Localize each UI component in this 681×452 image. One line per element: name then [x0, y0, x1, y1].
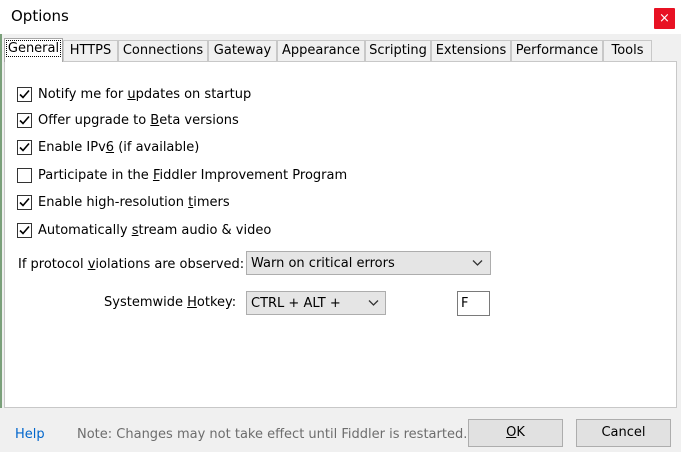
- checkbox-box[interactable]: [17, 140, 32, 155]
- checkbox-label: Automatically stream audio & video: [38, 223, 272, 238]
- check-icon: [19, 115, 30, 125]
- general-panel: Notify me for updates on startup Offer u…: [4, 61, 677, 408]
- hotkey-key-input[interactable]: F: [457, 291, 490, 316]
- checkbox-box[interactable]: [17, 223, 32, 238]
- checkbox-label: Offer upgrade to Beta versions: [38, 113, 239, 128]
- window-edge: [0, 34, 2, 452]
- tab-label: Appearance: [281, 43, 361, 58]
- tab-performance[interactable]: Performance: [511, 40, 603, 61]
- tab-scripting[interactable]: Scripting: [365, 40, 431, 61]
- checkbox-box[interactable]: [17, 113, 32, 128]
- restart-note: Note: Changes may not take effect until …: [77, 427, 468, 442]
- ok-button[interactable]: OK: [468, 419, 563, 447]
- checkbox-label: Enable IPv6 (if available): [38, 140, 200, 155]
- checkbox-box[interactable]: [17, 168, 32, 183]
- checkbox-label: Enable high-resolution timers: [38, 195, 230, 210]
- checkbox-box[interactable]: [17, 195, 32, 210]
- tab-gateway[interactable]: Gateway: [208, 40, 277, 61]
- cancel-button[interactable]: Cancel: [576, 419, 671, 447]
- hotkey-modifier-selected: CTRL + ALT +: [251, 296, 341, 311]
- tab-connections[interactable]: Connections: [118, 40, 208, 61]
- tab-label: Connections: [122, 43, 204, 58]
- tab-label: Tools: [611, 43, 644, 58]
- tab-label: Scripting: [369, 43, 427, 58]
- tab-label: Extensions: [435, 43, 507, 58]
- ok-key: O: [506, 425, 517, 440]
- tab-label: HTTPS: [69, 43, 112, 58]
- chevron-down-icon: [472, 260, 483, 266]
- check-icon: [19, 225, 30, 235]
- checkbox-label: Participate in the Fiddler Improvement P…: [38, 168, 348, 183]
- tab-extensions[interactable]: Extensions: [431, 40, 511, 61]
- chevron-down-icon: [368, 300, 379, 306]
- footer: Help Note: Changes may not take effect u…: [0, 408, 681, 452]
- close-icon: ×: [659, 11, 670, 26]
- check-icon: [19, 142, 30, 152]
- hotkey-key-value: F: [461, 296, 469, 311]
- violations-label: If protocol violations are observed:: [18, 257, 245, 272]
- violations-selected: Warn on critical errors: [251, 256, 395, 271]
- title-bar: Options ×: [0, 0, 681, 34]
- ok-rest: K: [516, 425, 525, 440]
- tab-tools[interactable]: Tools: [603, 40, 652, 61]
- violations-dropdown[interactable]: Warn on critical errors: [246, 251, 491, 275]
- help-link[interactable]: Help: [15, 426, 45, 443]
- tab-general[interactable]: General: [4, 38, 63, 62]
- tab-label: Gateway: [213, 43, 272, 58]
- tab-label: Performance: [515, 43, 599, 58]
- hotkey-modifier-dropdown[interactable]: CTRL + ALT +: [246, 291, 386, 315]
- check-icon: [19, 197, 30, 207]
- window-title: Options: [11, 7, 69, 25]
- tab-https[interactable]: HTTPS: [63, 40, 118, 61]
- check-icon: [19, 89, 30, 99]
- close-button[interactable]: ×: [654, 8, 675, 29]
- tab-label: General: [5, 40, 62, 57]
- tab-appearance[interactable]: Appearance: [277, 40, 365, 61]
- checkbox-box[interactable]: [17, 87, 32, 102]
- checkbox-label: Notify me for updates on startup: [38, 87, 252, 102]
- hotkey-label: Systemwide Hotkey:: [104, 295, 237, 310]
